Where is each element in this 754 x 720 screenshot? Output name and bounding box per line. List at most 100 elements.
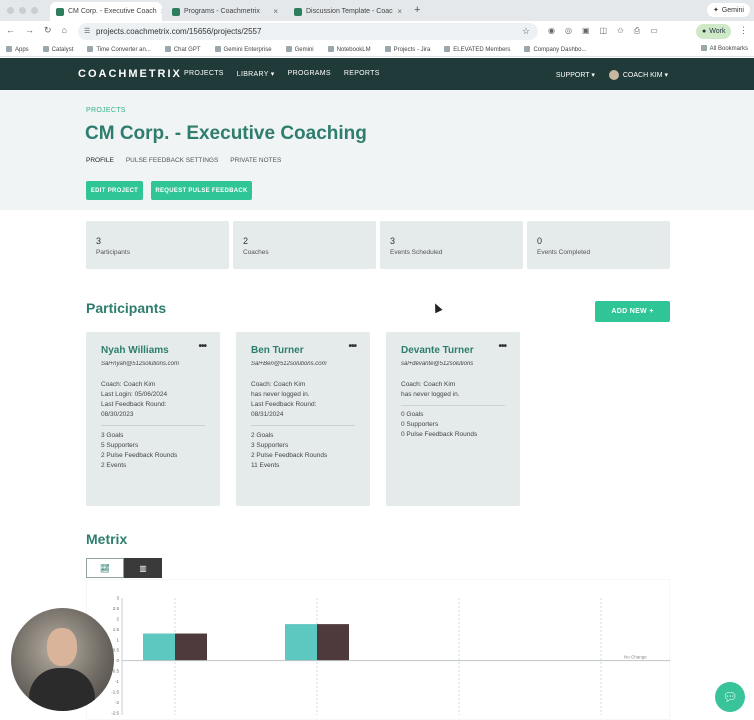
participant-detail: Last Login: 05/06/2024	[101, 391, 168, 398]
more-options-icon[interactable]: •••	[348, 341, 356, 352]
all-bookmarks[interactable]: All Bookmarks	[700, 45, 748, 52]
bookmark-item[interactable]: Time Converter an...	[87, 45, 151, 53]
chart-bar[interactable]	[175, 633, 207, 661]
bookmark-item[interactable]: Company Dashbo...	[524, 45, 587, 53]
new-tab-button[interactable]: +	[414, 4, 420, 16]
divider	[101, 425, 205, 426]
close-tab-icon[interactable]: ×	[273, 7, 278, 16]
tab-private-notes[interactable]: PRIVATE NOTES	[230, 157, 281, 164]
bookmark-item[interactable]: Gemini	[285, 45, 314, 53]
bookmark-item[interactable]: NotebookLM	[327, 45, 371, 53]
y-tick-label: -2.5	[111, 710, 119, 715]
user-menu[interactable]: COACH KIM ▾	[608, 70, 668, 80]
tab-pulse-feedback-settings[interactable]: PULSE FEEDBACK SETTINGS	[126, 157, 218, 164]
breadcrumb[interactable]: PROJECTS	[86, 107, 126, 114]
extension-icon[interactable]: ◎	[565, 26, 572, 36]
stat-label: Participants	[96, 249, 130, 256]
more-options-icon[interactable]: •••	[198, 341, 206, 352]
bookmark-favicon-icon	[164, 45, 171, 52]
profile-avatar-icon: ●	[702, 28, 707, 35]
nav-reports[interactable]: REPORTS	[344, 70, 380, 78]
bookmark-label: Chat GPT	[173, 46, 201, 53]
nav-library[interactable]: LIBRARY ▾	[237, 70, 275, 78]
bookmark-favicon-icon	[444, 45, 451, 52]
participant-detail: has never logged in.	[251, 391, 310, 398]
participant-email: Sal+nyah@512solutions.com	[101, 361, 179, 367]
chat-icon[interactable]: 💬︎	[715, 682, 745, 712]
close-tab-icon[interactable]: ×	[161, 7, 162, 16]
extension-icon[interactable]: ▣	[582, 26, 590, 36]
extension-icon[interactable]: ✩	[617, 26, 624, 36]
browser-tab[interactable]: Discussion Template - Coac ×	[288, 2, 408, 21]
stat-label: Events Completed	[537, 249, 591, 256]
folder-icon	[700, 45, 707, 51]
stat-events-scheduled: 3 Events Scheduled	[380, 221, 523, 269]
stat-value: 3	[96, 236, 102, 246]
browser-tab-active[interactable]: CM Corp. - Executive Coach ×	[50, 2, 162, 21]
site-info-icon[interactable]: ☰	[84, 27, 90, 35]
browser-tab[interactable]: Programs - Coachmetrix ×	[166, 2, 284, 21]
participant-stat: 2 Events	[101, 462, 127, 469]
window-controls[interactable]	[7, 7, 38, 14]
nav-projects[interactable]: PROJECTS	[184, 70, 224, 78]
extension-icon[interactable]: ▭	[650, 26, 658, 36]
y-tick-label: 1.5	[113, 627, 120, 632]
browser-menu-icon[interactable]: ⋮	[739, 25, 748, 36]
bookmark-item[interactable]: Catalyst	[42, 45, 73, 53]
participant-name[interactable]: Devante Turner	[401, 345, 474, 356]
participant-card[interactable]: Ben Turner ••• Sal+Ben@512solutions.com …	[236, 332, 370, 506]
more-options-icon[interactable]: •••	[498, 341, 506, 352]
bookmark-favicon-icon	[384, 45, 391, 52]
participant-stat: 11 Events	[251, 462, 280, 469]
no-change-label: No Change	[624, 655, 647, 660]
participant-detail: Last Feedback Round:	[101, 401, 167, 408]
home-icon[interactable]: ⌂	[62, 25, 67, 36]
bookmark-label: Company Dashbo...	[533, 46, 587, 53]
participant-card[interactable]: Devante Turner ••• sal+devante@512soluti…	[386, 332, 520, 506]
bookmark-item[interactable]: Gemini Enterprise	[214, 45, 272, 53]
forward-icon[interactable]: →	[25, 25, 34, 36]
back-icon[interactable]: ←	[6, 25, 15, 36]
extension-icon[interactable]: ◉	[548, 26, 555, 36]
address-bar[interactable]: ☰ projects.coachmetrix.com/15656/project…	[78, 23, 538, 40]
nav-programs[interactable]: PROGRAMS	[288, 70, 331, 78]
print-icon[interactable]: ⎙	[634, 26, 640, 36]
gemini-button[interactable]: ✦ Gemini	[706, 3, 750, 17]
bookmark-item[interactable]: Chat GPT	[164, 45, 201, 53]
bookmark-item[interactable]: ELEVATED Members	[444, 45, 510, 53]
tab-title: Discussion Template - Coac	[306, 8, 393, 15]
brand-logo[interactable]: COACHMETRIX	[78, 68, 182, 80]
participant-name[interactable]: Ben Turner	[251, 345, 304, 356]
y-tick-label: 2.5	[113, 606, 120, 611]
chart-bar[interactable]	[285, 624, 317, 661]
request-pulse-feedback-button[interactable]: REQUEST PULSE FEEDBACK	[151, 181, 252, 200]
participant-stat: 3 Goals	[101, 432, 124, 439]
extension-icon[interactable]: ◫	[600, 26, 608, 36]
participant-card[interactable]: Nyah Williams ••• Sal+nyah@512solutions.…	[86, 332, 220, 506]
all-bookmarks-label: All Bookmarks	[709, 46, 748, 52]
stat-label: Events Scheduled	[390, 249, 443, 256]
bookmark-item[interactable]: Projects - Jira	[384, 45, 430, 53]
user-name: COACH KIM ▾	[622, 72, 668, 79]
gemini-sparkle-icon: ✦	[712, 7, 719, 14]
close-tab-icon[interactable]: ×	[397, 7, 402, 16]
reload-icon[interactable]: ↻	[44, 25, 52, 36]
participant-detail: 08/30/2023	[101, 411, 134, 418]
mouse-cursor-icon	[431, 301, 443, 314]
chart-bar[interactable]	[317, 624, 349, 661]
bookmark-item[interactable]: Apps	[6, 45, 29, 53]
chart-bar[interactable]	[143, 633, 175, 661]
profile-button[interactable]: ● Work	[696, 24, 732, 39]
add-new-button[interactable]: ADD NEW +	[595, 301, 670, 322]
bar-chart-toggle[interactable]: ▥	[124, 558, 162, 578]
line-chart-toggle[interactable]: 📈︎	[86, 558, 124, 578]
stat-label: Coaches	[243, 249, 269, 256]
bookmark-star-icon[interactable]: ☆	[522, 26, 530, 37]
edit-project-button[interactable]: EDIT PROJECT	[86, 181, 143, 200]
participant-stat: 0 Goals	[401, 411, 424, 418]
participant-name[interactable]: Nyah Williams	[101, 345, 169, 356]
stat-participants: 3 Participants	[86, 221, 229, 269]
nav-support[interactable]: SUPPORT ▾	[556, 71, 595, 79]
participant-detail: Coach: Coach Kim	[101, 381, 156, 388]
tab-profile[interactable]: PROFILE	[86, 157, 114, 164]
